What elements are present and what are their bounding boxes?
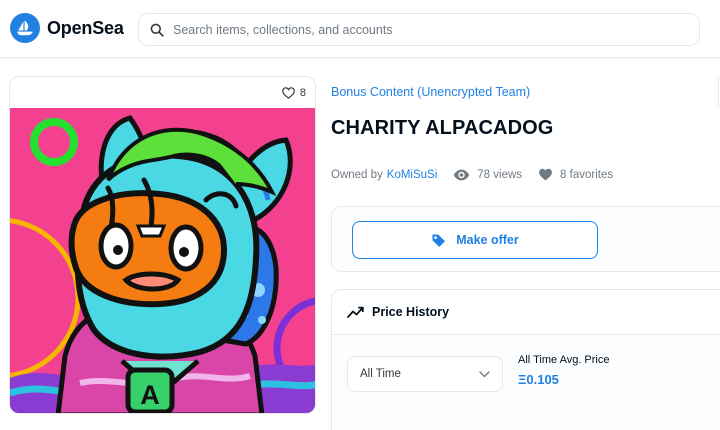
views-count: 78 views xyxy=(477,168,523,181)
make-offer-button[interactable]: Make offer xyxy=(352,221,598,259)
nft-image-card: 8 A xyxy=(9,76,316,414)
ownership-row: Owned by KoMiSuSi 78 views 8 favorites xyxy=(331,168,613,181)
owner-link[interactable]: KoMiSuSi xyxy=(387,169,438,181)
price-history-body: All Time All Time Avg. Price Ξ0.105 xyxy=(332,335,720,430)
svg-text:A: A xyxy=(140,380,160,410)
trending-icon xyxy=(347,306,364,318)
nft-artwork-image[interactable]: A xyxy=(10,108,316,414)
price-history-title: Price History xyxy=(372,305,450,319)
views-stat: 78 views xyxy=(453,169,522,181)
heart-icon[interactable] xyxy=(282,86,295,99)
avg-price-label: All Time Avg. Price xyxy=(518,354,610,366)
image-card-header: 8 xyxy=(10,77,315,108)
favorites-stat[interactable]: 8 favorites xyxy=(538,168,613,181)
tag-icon xyxy=(432,234,446,247)
price-history-header[interactable]: Price History xyxy=(332,290,720,335)
search-icon xyxy=(150,23,164,37)
top-navigation-bar: OpenSea xyxy=(0,0,720,58)
owned-by-label: Owned by xyxy=(331,168,383,181)
favorite-count: 8 xyxy=(299,86,306,99)
opensea-logo[interactable]: OpenSea xyxy=(10,13,124,43)
brand-name: OpenSea xyxy=(47,17,124,38)
timeframe-value: All Time xyxy=(360,368,401,380)
favorites-count: 8 favorites xyxy=(560,168,614,181)
trade-panel: Make offer xyxy=(331,206,720,272)
nft-title: CHARITY ALPACADOG xyxy=(331,117,554,139)
search-bar[interactable] xyxy=(138,13,700,46)
heart-icon xyxy=(539,168,552,181)
opensea-logo-icon xyxy=(10,13,40,43)
collection-link[interactable]: Bonus Content (Unencrypted Team) xyxy=(331,85,530,99)
search-input[interactable] xyxy=(173,22,653,37)
eye-icon xyxy=(454,169,470,180)
avg-price-value: Ξ0.105 xyxy=(518,372,559,387)
timeframe-select[interactable]: All Time xyxy=(347,356,503,392)
chevron-down-icon xyxy=(479,370,490,377)
make-offer-label: Make offer xyxy=(456,233,519,247)
price-history-panel: Price History All Time All Time Avg. Pri… xyxy=(331,289,720,430)
